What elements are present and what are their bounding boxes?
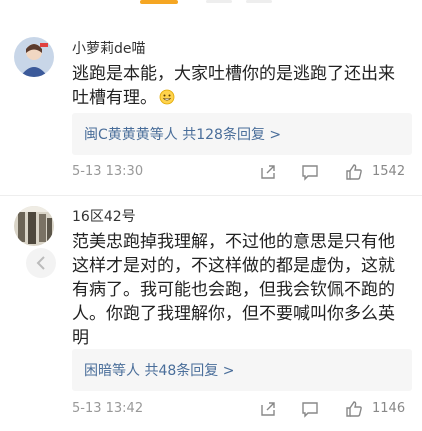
comment-text: 范美忠跑掉我理解，不过他的意思是只有他 这样才是对的，不这样做的都是虚伪，这就 … xyxy=(72,230,412,350)
like-count: 1146 xyxy=(372,401,406,416)
timestamp: 5-13 13:42 xyxy=(72,401,144,416)
reply-summary-link[interactable]: 困暗等人 共48条回复 > xyxy=(84,360,234,380)
chevron-left-icon[interactable] xyxy=(26,248,56,278)
comment-line: 明 xyxy=(72,328,89,348)
comment-item: 16区42号 范美忠跑掉我理解，不过他的意思是只有他 这样才是对的，不这样做的都… xyxy=(0,0,422,431)
comment-line: 有病了。我可能也会跑，但我会钦佩不跑的 xyxy=(72,280,395,300)
reply-summary-box[interactable]: 困暗等人 共48条回复 > xyxy=(72,349,412,391)
comment-line: 范美忠跑掉我理解，不过他的意思是只有他 xyxy=(72,232,395,252)
comment-line: 这样才是对的，不这样做的都是虚伪，这就 xyxy=(72,256,395,276)
username[interactable]: 16区42号 xyxy=(72,206,136,226)
thumbs-up-icon[interactable] xyxy=(344,399,364,419)
avatar[interactable] xyxy=(14,206,54,246)
share-icon[interactable] xyxy=(258,399,278,419)
comment-line: 人。你跑了我理解你，但不要喊叫你多么英 xyxy=(72,304,395,324)
comment-meta: 5-13 13:42 1146 xyxy=(72,397,412,421)
comment-icon[interactable] xyxy=(300,399,320,419)
